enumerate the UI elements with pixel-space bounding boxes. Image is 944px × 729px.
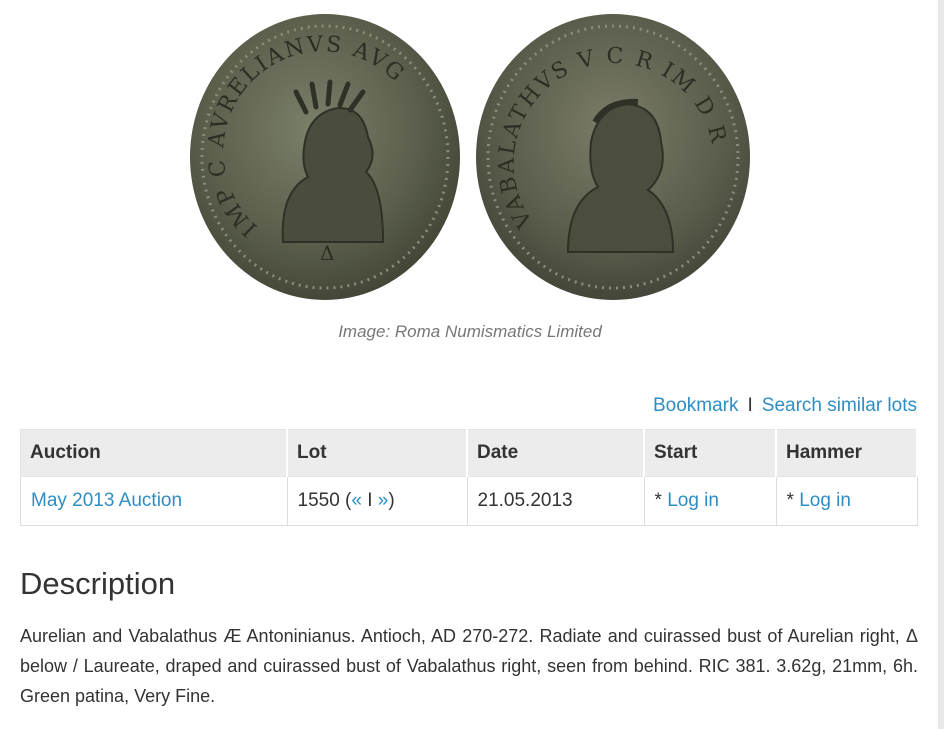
header-date: Date — [466, 429, 645, 477]
lot-table: Auction Lot Date Start Hammer May 2013 A… — [20, 429, 918, 526]
previous-lot-link[interactable]: « — [351, 490, 362, 511]
cell-lot: 1550 (« I ») — [286, 476, 468, 526]
next-lot-link[interactable]: » — [378, 490, 389, 511]
header-start: Start — [643, 429, 777, 477]
description-heading: Description — [20, 566, 176, 601]
start-login-link[interactable]: Log in — [667, 490, 719, 511]
hammer-prefix: * — [786, 490, 800, 511]
image-caption: Image: Roma Numismatics Limited — [338, 322, 602, 341]
cell-hammer: * Log in — [775, 476, 918, 526]
cell-start: * Log in — [643, 476, 777, 526]
search-similar-lots-link[interactable]: Search similar lots — [762, 395, 917, 416]
page-scrollbar-edge — [938, 0, 944, 729]
lot-actions: Bookmark I Search similar lots — [653, 395, 917, 417]
actions-separator: I — [747, 395, 753, 416]
auction-link[interactable]: May 2013 Auction — [31, 490, 182, 511]
header-hammer: Hammer — [775, 429, 918, 477]
obverse-mark: Δ — [320, 241, 334, 265]
hammer-login-link[interactable]: Log in — [799, 490, 851, 511]
cell-auction: May 2013 Auction — [20, 476, 288, 526]
lot-close: ) — [388, 490, 395, 511]
cell-date: 21.05.2013 — [466, 476, 645, 526]
bookmark-link[interactable]: Bookmark — [653, 395, 739, 416]
table-header-row: Auction Lot Date Start Hammer — [20, 429, 918, 477]
header-auction: Auction — [20, 429, 288, 477]
description-text: Aurelian and Vabalathus Æ Antoninianus. … — [20, 626, 918, 706]
coin-image: IMP C AVRELIANVS AVG Δ VABALATHVS V C R … — [188, 12, 753, 307]
lot-number: 1550 ( — [297, 490, 352, 511]
lot-nav-separator: I — [361, 490, 378, 511]
start-prefix: * — [654, 490, 668, 511]
table-row: May 2013 Auction 1550 (« I ») 21.05.2013… — [20, 476, 918, 526]
header-lot: Lot — [286, 429, 468, 477]
